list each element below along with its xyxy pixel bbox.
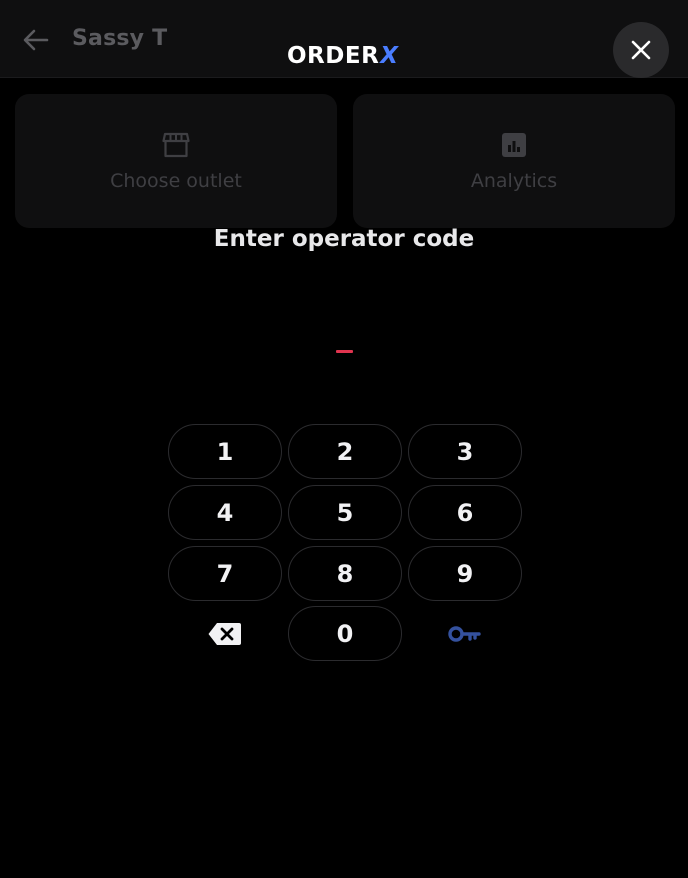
storefront-icon bbox=[161, 130, 191, 160]
keypad-key-4[interactable]: 4 bbox=[168, 485, 282, 540]
keypad-key-1[interactable]: 1 bbox=[168, 424, 282, 479]
bar-chart-icon bbox=[499, 130, 529, 160]
venue-title: Sassy T bbox=[72, 26, 168, 51]
close-button[interactable] bbox=[613, 22, 669, 78]
choose-outlet-card[interactable]: Choose outlet bbox=[15, 94, 337, 228]
analytics-label: Analytics bbox=[470, 170, 558, 192]
keypad-key-2[interactable]: 2 bbox=[288, 424, 402, 479]
key-icon bbox=[448, 625, 481, 642]
key-login-button[interactable] bbox=[408, 606, 522, 661]
arrow-left-icon bbox=[23, 29, 49, 51]
keypad-key-9[interactable]: 9 bbox=[408, 546, 522, 601]
backspace-icon bbox=[208, 622, 241, 645]
back-button[interactable] bbox=[20, 24, 52, 56]
app-root: Sassy T ORDER X Choose outlet Analytics … bbox=[0, 0, 688, 878]
keypad-key-0[interactable]: 0 bbox=[288, 606, 402, 661]
operator-code-prompt: Enter operator code bbox=[213, 226, 475, 252]
header-bar: Sassy T ORDER X bbox=[0, 0, 688, 78]
keypad-key-8[interactable]: 8 bbox=[288, 546, 402, 601]
brand-logo: ORDER X bbox=[287, 43, 398, 69]
keypad-key-6[interactable]: 6 bbox=[408, 485, 522, 540]
keypad-key-3[interactable]: 3 bbox=[408, 424, 522, 479]
choose-outlet-label: Choose outlet bbox=[110, 170, 242, 192]
brand-name: ORDER bbox=[287, 43, 380, 69]
analytics-card[interactable]: Analytics bbox=[353, 94, 675, 228]
close-icon bbox=[631, 40, 651, 60]
pin-cursor bbox=[336, 350, 353, 353]
backspace-button[interactable] bbox=[168, 606, 282, 661]
brand-mark: X bbox=[380, 43, 399, 69]
keypad-key-5[interactable]: 5 bbox=[288, 485, 402, 540]
keypad-key-7[interactable]: 7 bbox=[168, 546, 282, 601]
